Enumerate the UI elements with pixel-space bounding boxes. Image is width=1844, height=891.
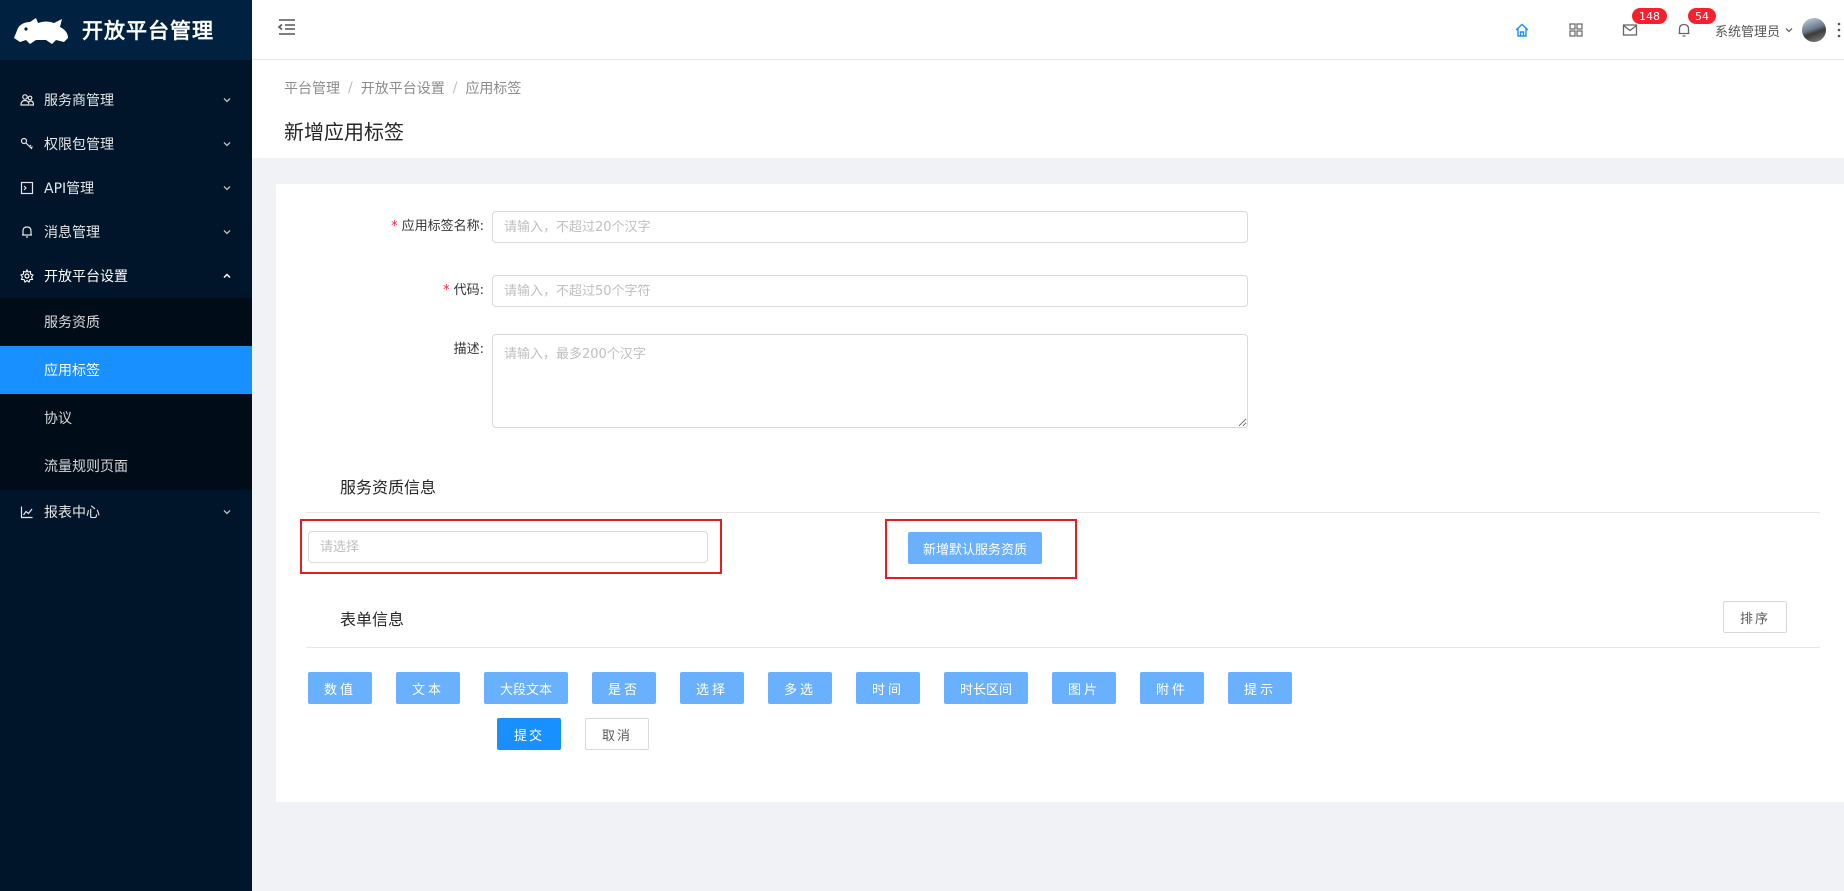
page-title: 新增应用标签 bbox=[284, 120, 404, 144]
required-mark: * bbox=[391, 219, 398, 234]
sidebar-item-label: 服务商管理 bbox=[44, 93, 114, 109]
avatar bbox=[1802, 18, 1826, 42]
form-item-description: 描述: bbox=[276, 334, 1248, 428]
divider bbox=[306, 647, 1820, 648]
code-label: * 代码: bbox=[443, 283, 484, 298]
notification-count-badge: 54 bbox=[1686, 7, 1717, 25]
sidebar-subitem-traffic-rules[interactable]: 流量规则页面 bbox=[0, 442, 252, 490]
sidebar-subitem-app-tags[interactable]: 应用标签 bbox=[0, 346, 252, 394]
chevron-down-icon bbox=[223, 230, 231, 235]
sidebar-item-label: 开放平台设置 bbox=[44, 269, 128, 285]
description-label: 描述: bbox=[453, 342, 484, 357]
field-type-attachment-button[interactable]: 附件 bbox=[1140, 672, 1205, 704]
header-actions: 148 54 系统管理员 bbox=[1495, 0, 1844, 60]
required-mark: * bbox=[443, 283, 450, 298]
mail-icon bbox=[1622, 24, 1638, 36]
top-header: 148 54 系统管理员 bbox=[252, 0, 1844, 60]
sidebar-item-service-provider[interactable]: 服务商管理 bbox=[0, 78, 252, 122]
sidebar-subitem-label: 流量规则页面 bbox=[44, 459, 128, 475]
chevron-up-icon bbox=[223, 273, 231, 279]
field-type-multiselect-button[interactable]: 多选 bbox=[768, 672, 833, 704]
settings-submenu: 服务资质 应用标签 协议 流量规则页面 bbox=[0, 298, 252, 490]
form-section-title: 表单信息 bbox=[340, 610, 405, 629]
chevron-down-icon bbox=[223, 98, 231, 103]
chevron-down-icon bbox=[223, 510, 231, 515]
name-label: * 应用标签名称: bbox=[391, 219, 484, 234]
submit-button[interactable]: 提交 bbox=[497, 718, 561, 750]
user-name: 系统管理员 bbox=[1714, 24, 1780, 40]
chevron-down-icon bbox=[223, 142, 231, 147]
menu-fold-icon[interactable] bbox=[276, 16, 298, 38]
breadcrumb-link-settings[interactable]: 开放平台设置 bbox=[361, 78, 445, 98]
field-type-text-button[interactable]: 文本 bbox=[396, 672, 460, 704]
key-icon bbox=[20, 137, 34, 151]
field-type-number-button[interactable]: 数值 bbox=[308, 672, 372, 704]
app-title: 开放平台管理 bbox=[82, 19, 214, 43]
divider bbox=[306, 512, 1820, 513]
description-textarea[interactable] bbox=[492, 334, 1248, 428]
chevron-down-icon bbox=[223, 186, 231, 191]
sidebar-item-permission-package[interactable]: 权限包管理 bbox=[0, 122, 252, 166]
sidebar: 开放平台管理 服务商管理 权限包管理 API管理 消息管理 开放平台设置 服务资… bbox=[0, 0, 252, 891]
logo[interactable]: 开放平台管理 bbox=[0, 0, 252, 60]
apps-button[interactable] bbox=[1549, 0, 1603, 60]
sidebar-subitem-label: 服务资质 bbox=[44, 315, 100, 331]
sidebar-item-label: API管理 bbox=[44, 181, 95, 197]
sort-button[interactable]: 排序 bbox=[1723, 601, 1787, 633]
add-default-qualification-button[interactable]: 新增默认服务资质 bbox=[908, 532, 1043, 564]
field-type-duration-range-button[interactable]: 时长区间 bbox=[944, 672, 1029, 704]
breadcrumb-current: 应用标签 bbox=[465, 81, 522, 97]
sidebar-subitem-service-qualification[interactable]: 服务资质 bbox=[0, 298, 252, 346]
code-input[interactable] bbox=[492, 275, 1248, 307]
sidebar-subitem-agreement[interactable]: 协议 bbox=[0, 394, 252, 442]
field-type-time-button[interactable]: 时间 bbox=[856, 672, 921, 704]
service-section-title: 服务资质信息 bbox=[340, 478, 437, 497]
sidebar-item-platform-settings[interactable]: 开放平台设置 bbox=[0, 254, 252, 298]
sidebar-subitem-label: 应用标签 bbox=[44, 363, 100, 379]
form-card: *应用标签名称: *代码: 描述: 服务资质信息 新增默认服务资质 表单信息 排… bbox=[276, 184, 1844, 802]
bell-icon bbox=[20, 225, 34, 239]
form-item-code: * 代码: bbox=[276, 275, 1248, 307]
gear-icon bbox=[20, 269, 34, 283]
sidebar-item-label: 报表中心 bbox=[44, 505, 100, 521]
sidebar-item-label: 消息管理 bbox=[44, 225, 100, 241]
service-qualification-select[interactable] bbox=[308, 531, 708, 563]
breadcrumb-separator: / bbox=[348, 80, 353, 96]
mail-button[interactable]: 148 bbox=[1603, 0, 1668, 60]
field-type-select-button[interactable]: 选择 bbox=[680, 672, 745, 704]
field-type-long-text-button[interactable]: 大段文本 bbox=[484, 672, 569, 704]
sidebar-item-api[interactable]: API管理 bbox=[0, 166, 252, 210]
form-item-name: * 应用标签名称: bbox=[276, 211, 1248, 243]
field-type-toolbar: 数值 文本 大段文本 是否 选择 多选 时间 时长区间 图片 附件 提示 bbox=[308, 672, 1316, 704]
sidebar-item-label: 权限包管理 bbox=[44, 137, 114, 153]
cancel-button[interactable]: 取消 bbox=[585, 718, 649, 750]
field-type-image-button[interactable]: 图片 bbox=[1052, 672, 1117, 704]
breadcrumb-separator: / bbox=[452, 80, 458, 96]
chart-icon bbox=[20, 505, 34, 519]
sidebar-menu: 服务商管理 权限包管理 API管理 消息管理 开放平台设置 服务资质 应用标签 … bbox=[0, 78, 252, 534]
page-header: 平台管理 / 开放平台设置 / 应用标签 新增应用标签 bbox=[252, 60, 1844, 158]
home-icon bbox=[1515, 23, 1529, 37]
user-menu[interactable]: 系统管理员 bbox=[1711, 0, 1844, 60]
notification-button[interactable]: 54 bbox=[1657, 0, 1717, 60]
grid-icon bbox=[1569, 23, 1583, 37]
rhino-logo-icon bbox=[14, 18, 68, 44]
sidebar-item-report-center[interactable]: 报表中心 bbox=[0, 490, 252, 534]
bell-icon bbox=[1678, 23, 1690, 37]
team-icon bbox=[20, 93, 34, 107]
breadcrumb: 平台管理 / 开放平台设置 / 应用标签 bbox=[284, 78, 521, 98]
api-icon bbox=[20, 181, 34, 195]
home-button[interactable] bbox=[1495, 0, 1549, 60]
field-type-hint-button[interactable]: 提示 bbox=[1228, 672, 1293, 704]
sidebar-item-message[interactable]: 消息管理 bbox=[0, 210, 252, 254]
field-type-boolean-button[interactable]: 是否 bbox=[592, 672, 657, 704]
breadcrumb-link-platform[interactable]: 平台管理 bbox=[284, 78, 340, 98]
tag-name-input[interactable] bbox=[492, 211, 1248, 243]
sidebar-subitem-label: 协议 bbox=[44, 411, 72, 427]
more-vertical-icon[interactable] bbox=[1836, 20, 1842, 40]
chevron-down-icon bbox=[1785, 28, 1793, 33]
